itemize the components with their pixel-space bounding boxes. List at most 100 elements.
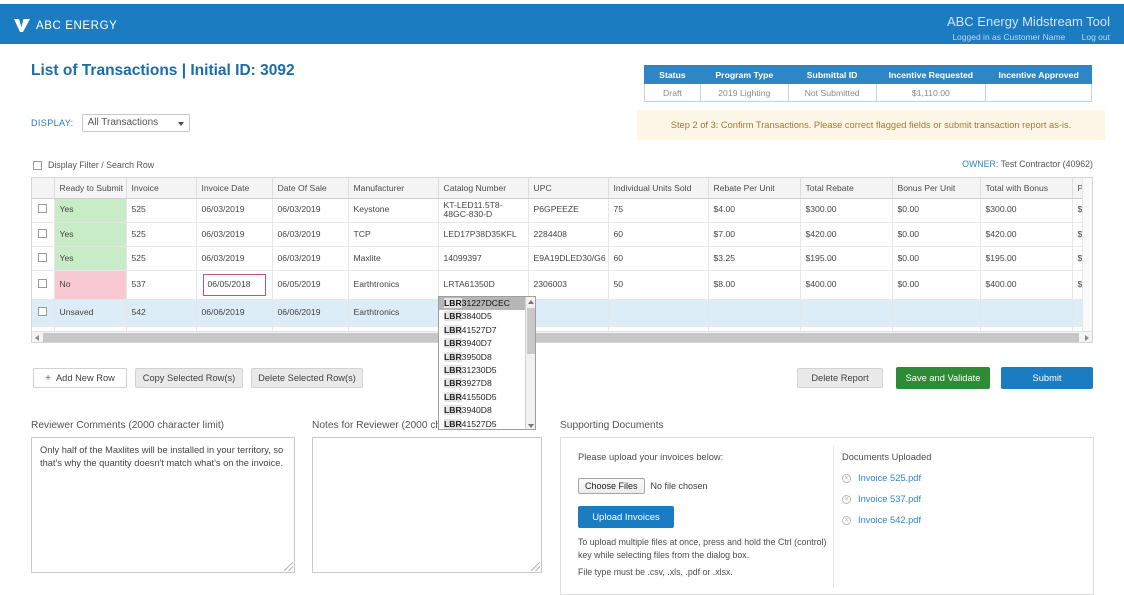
cell-units-sold[interactable]: 75 [608,198,708,223]
cell-invoice-date[interactable]: 06/06/2019 [196,300,272,327]
delete-selected-rows-button[interactable]: Delete Selected Row(s) [251,368,363,388]
autocomplete-option[interactable]: LBR3927D8 [439,377,535,390]
cell-rebate-per-unit[interactable]: $4.00 [708,198,800,223]
grid-header-manufacturer[interactable]: Manufacturer [348,178,438,198]
table-row[interactable]: Yes 525 06/03/2019 06/03/2019 TCP LED17P… [32,223,1093,247]
cell-upc[interactable]: 2284408 [528,223,608,247]
autocomplete-scrollbar[interactable] [525,297,535,430]
autocomplete-option[interactable]: LBR3940D8 [439,404,535,417]
grid-header-individual-units-sold[interactable]: Individual Units Sold [608,178,708,198]
catalog-autocomplete-dropdown[interactable]: LBR31227DCEC LBR3840D5 LBR41527D7 LBR394… [438,296,536,430]
autocomplete-option[interactable]: LBR31227DCEC [439,297,535,310]
cell-total-rebate[interactable]: $420.00 [800,223,892,247]
autocomplete-option[interactable]: LBR3940D7 [439,337,535,350]
save-and-validate-button[interactable]: Save and Validate [896,367,990,389]
row-select-cell[interactable] [32,271,54,300]
display-filter-row-toggle[interactable]: Display Filter / Search Row [33,160,154,170]
grid-header-ready-to-submit[interactable]: Ready to Submit [54,178,126,198]
list-item[interactable]: ✕ Invoice 525.pdf [842,473,931,483]
table-row[interactable]: No 537 06/05/2018 06/05/2019 Earthtronic… [32,271,1093,300]
filter-checkbox[interactable] [33,161,42,170]
cell-total-rebate[interactable]: $300.00 [800,198,892,223]
cell-manufacturer[interactable]: TCP [348,223,438,247]
cell-units-sold[interactable] [608,300,708,327]
table-row[interactable]: Yes 525 06/03/2019 06/03/2019 Maxlite 14… [32,247,1093,271]
cell-total-rebate[interactable]: $195.00 [800,247,892,271]
cell-total-with-bonus[interactable]: $195.00 [980,247,1072,271]
cell-invoice-date-flagged[interactable]: 06/05/2018 [196,271,272,300]
cell-date-of-sale[interactable]: 06/05/2019 [272,271,348,300]
cell-units-sold[interactable]: 60 [608,223,708,247]
cell-invoice[interactable]: 542 [126,300,196,327]
cell-total-with-bonus[interactable]: $400.00 [980,271,1072,300]
reviewer-comments-textarea[interactable]: Only half of the Maxlites will be instal… [31,437,295,573]
cell-date-of-sale[interactable]: 06/03/2019 [272,198,348,223]
cell-invoice-date[interactable]: 06/03/2019 [196,223,272,247]
cell-total-with-bonus[interactable] [980,300,1072,327]
row-select-cell[interactable] [32,223,54,247]
grid-vertical-scrollbar[interactable] [1082,178,1092,333]
document-link[interactable]: Invoice 542.pdf [858,515,921,525]
copy-selected-rows-button[interactable]: Copy Selected Row(s) [135,368,243,388]
remove-document-icon[interactable]: ✕ [842,516,851,525]
cell-upc[interactable]: P6GPEEZE [528,198,608,223]
autocomplete-option[interactable]: LBR31230D5 [439,364,535,377]
resize-handle-icon[interactable] [531,562,540,571]
cell-upc[interactable]: 2306003 [528,271,608,300]
document-link[interactable]: Invoice 525.pdf [858,473,921,483]
grid-header-bonus-per-unit[interactable]: Bonus Per Unit [892,178,980,198]
row-select-cell[interactable] [32,300,54,327]
scroll-up-arrow-icon[interactable] [528,300,534,304]
grid-header-catalog-number[interactable]: Catalog Number [438,178,528,198]
scroll-left-arrow-icon[interactable] [35,335,39,341]
grid-header-invoice-date[interactable]: Invoice Date [196,178,272,198]
display-select[interactable]: All Transactions [82,114,190,132]
cell-upc[interactable] [528,300,608,327]
autocomplete-scrollbar-thumb[interactable] [527,308,535,354]
grid-header-rebate-per-unit[interactable]: Rebate Per Unit [708,178,800,198]
cell-rebate-per-unit[interactable] [708,300,800,327]
cell-catalog-number[interactable]: LED17P38D35KFL [438,223,528,247]
cell-total-with-bonus[interactable]: $300.00 [980,198,1072,223]
row-checkbox[interactable] [38,229,47,238]
cell-catalog-number[interactable]: 14099397 [438,247,528,271]
scroll-down-arrow-icon[interactable] [528,424,534,428]
cell-catalog-number[interactable]: KT-LED11.5T8-48GC-830-D [438,198,528,223]
cell-bonus-per-unit[interactable] [892,300,980,327]
cell-invoice[interactable]: 525 [126,198,196,223]
cell-invoice-date[interactable]: 06/03/2019 [196,247,272,271]
cell-total-rebate[interactable]: $400.00 [800,271,892,300]
cell-bonus-per-unit[interactable]: $0.00 [892,223,980,247]
row-checkbox[interactable] [38,307,47,316]
list-item[interactable]: ✕ Invoice 537.pdf [842,494,931,504]
row-checkbox[interactable] [38,279,47,288]
cell-rebate-per-unit[interactable]: $7.00 [708,223,800,247]
cell-date-of-sale[interactable]: 06/03/2019 [272,247,348,271]
choose-files-button[interactable]: Choose Files [578,478,645,494]
remove-document-icon[interactable]: ✕ [842,474,851,483]
grid-header-total-with-bonus[interactable]: Total with Bonus [980,178,1072,198]
row-checkbox[interactable] [38,204,47,213]
row-select-cell[interactable] [32,198,54,223]
cell-rebate-per-unit[interactable]: $8.00 [708,271,800,300]
notes-for-reviewer-textarea[interactable] [312,437,542,573]
cell-units-sold[interactable]: 50 [608,271,708,300]
autocomplete-option[interactable]: LBR3840D5 [439,310,535,323]
document-link[interactable]: Invoice 537.pdf [858,494,921,504]
cell-bonus-per-unit[interactable]: $0.00 [892,271,980,300]
list-item[interactable]: ✕ Invoice 542.pdf [842,515,931,525]
row-select-cell[interactable] [32,247,54,271]
cell-upc[interactable]: E9A19DLED30/G6 [528,247,608,271]
delete-report-button[interactable]: Delete Report [797,368,883,388]
cell-invoice-date[interactable]: 06/03/2019 [196,198,272,223]
grid-header-date-of-sale[interactable]: Date Of Sale [272,178,348,198]
row-checkbox[interactable] [38,253,47,262]
grid-header-total-rebate[interactable]: Total Rebate [800,178,892,198]
grid-horizontal-scrollbar[interactable] [32,331,1092,342]
submit-button[interactable]: Submit [1001,367,1093,389]
cell-invoice[interactable]: 525 [126,247,196,271]
cell-units-sold[interactable]: 60 [608,247,708,271]
cell-manufacturer[interactable]: Keystone [348,198,438,223]
scrollbar-thumb[interactable] [43,333,1079,342]
scroll-right-arrow-icon[interactable] [1085,335,1089,341]
